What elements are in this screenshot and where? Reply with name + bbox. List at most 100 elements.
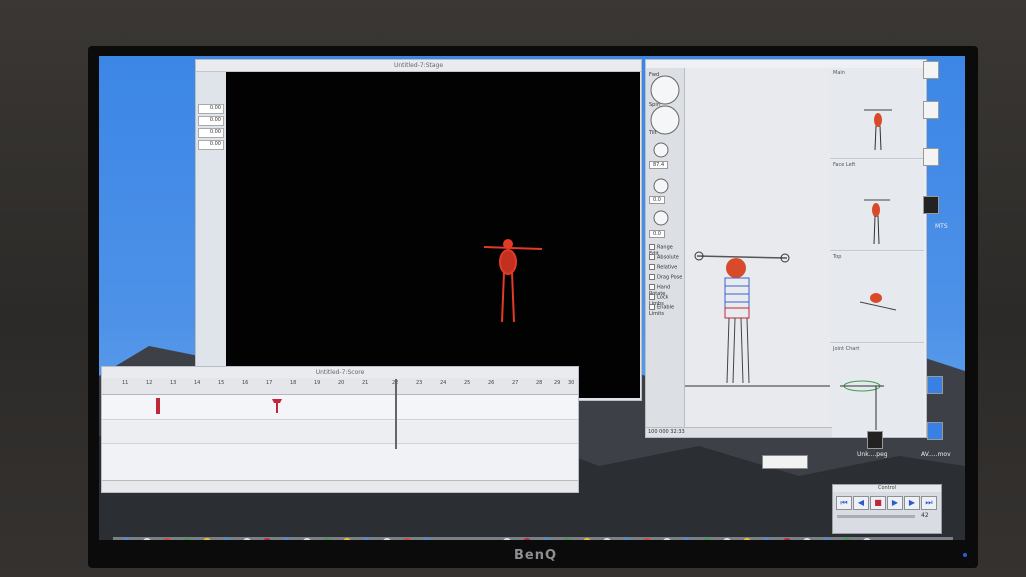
dock-app-icon[interactable]	[603, 538, 611, 540]
dock-app-icon[interactable]	[163, 538, 171, 540]
bodies-main-view[interactable]	[685, 68, 830, 430]
ruler-tick: 20	[338, 380, 345, 386]
dock-app-icon[interactable]	[383, 538, 391, 540]
play-button[interactable]: ▶	[887, 496, 903, 510]
dock-app-icon[interactable]	[543, 538, 551, 540]
angle-field[interactable]: 0.0	[649, 196, 665, 204]
ruler-tick: 29	[554, 380, 561, 386]
view-panel-joint[interactable]: Joint Chart	[830, 344, 924, 436]
bodies-status-bar: 100 000 32:33	[646, 427, 832, 437]
dock-app-icon[interactable]	[423, 538, 431, 540]
step-back-button[interactable]: ◀	[853, 496, 869, 510]
dock-app-icon[interactable]	[763, 538, 771, 540]
score-track[interactable]	[102, 395, 578, 420]
dock-app-icon[interactable]	[283, 538, 291, 540]
score-scrollbar[interactable]	[102, 480, 578, 492]
dock-app-icon[interactable]	[203, 538, 211, 540]
dock-app-icon[interactable]	[343, 538, 351, 540]
dock-app-icon[interactable]	[803, 538, 811, 540]
option-absolute[interactable]: Absolute	[649, 254, 679, 261]
stage-field[interactable]: 0.00	[198, 116, 224, 126]
angle-field[interactable]: 0.0	[649, 230, 665, 238]
dock-app-icon[interactable]	[843, 538, 851, 540]
dock-app-icon[interactable]	[723, 538, 731, 540]
dock-app-icon[interactable]	[363, 538, 371, 540]
desktop-folder-icon[interactable]	[927, 422, 943, 440]
view-panel-main[interactable]: Main	[830, 68, 924, 159]
dock-app-icon[interactable]	[323, 538, 331, 540]
dock-app-icon[interactable]	[703, 538, 711, 540]
dock-app-icon[interactable]	[503, 538, 511, 540]
desktop-label: MTS	[935, 223, 948, 230]
dock-app-icon[interactable]	[183, 538, 191, 540]
dock-app-icon[interactable]	[663, 538, 671, 540]
option-relative[interactable]: Relative	[649, 264, 677, 271]
dock-app-icon[interactable]	[303, 538, 311, 540]
desktop-image-icon[interactable]	[867, 431, 883, 449]
dock-app-icon[interactable]	[403, 538, 411, 540]
dial-label: Fwd	[649, 72, 660, 78]
dial-circle	[653, 210, 669, 226]
ruler-tick: 13	[170, 380, 177, 386]
ruler-tick: 16	[242, 380, 249, 386]
score-ruler[interactable]: 11 12 13 14 15 16 17 18 19 20 21 22 23 2…	[102, 378, 578, 395]
ruler-tick: 26	[488, 380, 495, 386]
angle-field[interactable]: 87.4	[649, 161, 669, 169]
score-track-2[interactable]	[102, 421, 578, 444]
desktop-label: Unk....peg	[857, 451, 888, 458]
bodies-toolbar: Fwd Spin Tilt 87.4 0.0 0.0 Range Edit Ab…	[646, 68, 685, 435]
bodies-window[interactable]: Fwd Spin Tilt 87.4 0.0 0.0 Range Edit Ab…	[645, 59, 927, 438]
dock-app-icon[interactable]	[863, 538, 871, 540]
option-enable-limits[interactable]: Enable Limits	[649, 304, 684, 317]
desktop-file-icon[interactable]	[923, 148, 939, 166]
dock-app-icon[interactable]	[563, 538, 571, 540]
control-title: Control	[833, 485, 941, 492]
stage-field[interactable]: 0.00	[198, 140, 224, 150]
stage-field[interactable]: 0.00	[198, 104, 224, 114]
stage-window[interactable]: Untitled-7:Stage 0.00 0.00 0.00 0.00	[195, 59, 642, 401]
dock-app-icon[interactable]	[143, 538, 151, 540]
dock-app-icon[interactable]	[643, 538, 651, 540]
dock-app-icon[interactable]	[263, 538, 271, 540]
stage-canvas[interactable]	[226, 72, 640, 398]
dock-app-icon[interactable]	[123, 538, 131, 540]
view-label: Joint Chart	[833, 346, 860, 352]
control-panel[interactable]: Control ⏮ ◀ ■ ▶ ▶ ⏭ 42	[832, 484, 942, 534]
dock-app-icon[interactable]	[743, 538, 751, 540]
dock-app-icon[interactable]	[823, 538, 831, 540]
desktop-screen: Untitled-7:Stage 0.00 0.00 0.00 0.00 Unt…	[99, 56, 965, 540]
stage-field[interactable]: 0.00	[198, 128, 224, 138]
option-label: Relative	[657, 264, 678, 271]
dock-app-icon[interactable]	[243, 538, 251, 540]
desktop-folder-icon[interactable]	[927, 376, 943, 394]
dock-app-icon[interactable]	[223, 538, 231, 540]
option-drag-pose[interactable]: Drag Pose	[649, 274, 682, 281]
option-label: Absolute	[657, 254, 679, 261]
dock-app-icon[interactable]	[783, 538, 791, 540]
view-panel-left[interactable]: Face Left	[830, 160, 924, 251]
dock-app-icon[interactable]	[623, 538, 631, 540]
view-panel-top[interactable]: Top	[830, 252, 924, 343]
desktop-file-icon[interactable]	[923, 61, 939, 79]
dial-label: Spin	[649, 102, 660, 108]
stop-button[interactable]: ■	[870, 496, 886, 510]
keyframe-thumbnails	[156, 398, 282, 414]
ruler-tick: 11	[122, 380, 129, 386]
desktop-file-icon[interactable]	[923, 101, 939, 119]
desktop-image-icon[interactable]	[923, 196, 939, 214]
desktop-label: AV.....mov	[921, 451, 951, 458]
volume-slider[interactable]	[837, 515, 915, 518]
figure-thumbnail-icon	[859, 293, 897, 311]
keyframe-2	[272, 399, 282, 413]
dock-app-icon[interactable]	[523, 538, 531, 540]
rewind-button[interactable]: ⏮	[836, 496, 852, 510]
rotation-dials	[650, 75, 680, 226]
score-window[interactable]: Untitled-7:Score 11 12 13 14 15 16 17 18…	[101, 366, 579, 493]
dock-app-icon[interactable]	[683, 538, 691, 540]
ruler-tick: 23	[416, 380, 423, 386]
step-forward-button[interactable]: ▶	[904, 496, 920, 510]
fast-forward-button[interactable]: ⏭	[921, 496, 937, 510]
dock-app-icon[interactable]	[583, 538, 591, 540]
score-playhead[interactable]	[395, 379, 397, 449]
stage-title: Untitled-7:Stage	[196, 60, 641, 72]
